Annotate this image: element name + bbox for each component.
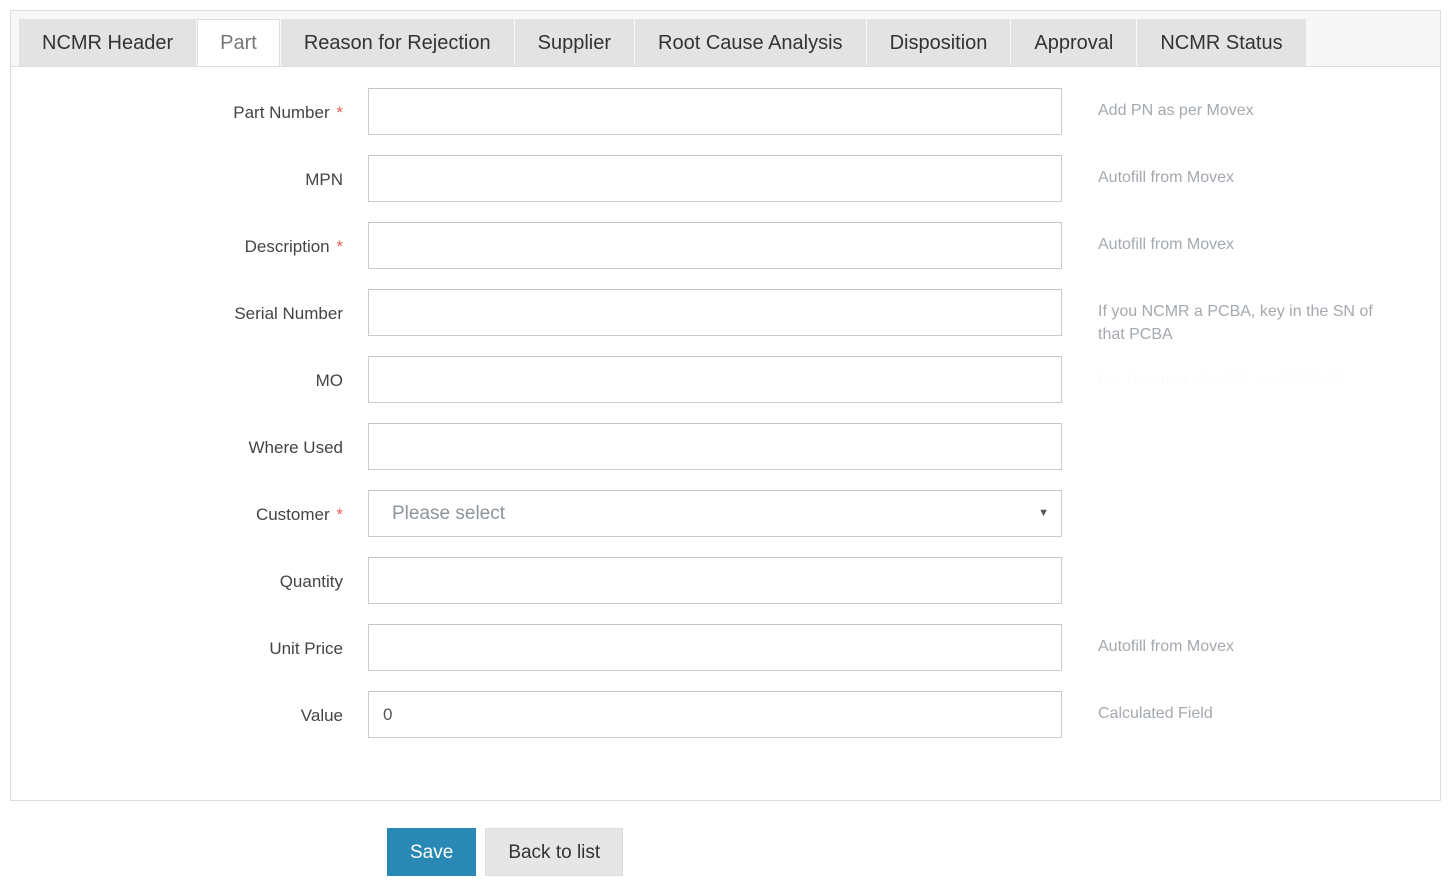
label-text-unit-price: Unit Price (269, 639, 343, 658)
part-form: Part Number * Add PN as per Movex MPN Autof… (11, 67, 1440, 751)
customer-select[interactable]: Please select ▼ (368, 490, 1062, 537)
form-row-mpn: MPN Autofill from Movex (11, 148, 1440, 215)
control-wrap-mo (368, 349, 1062, 403)
label-text-where-used: Where Used (248, 438, 343, 457)
tab-root-cause-analysis[interactable]: Root Cause Analysis (635, 19, 866, 66)
form-row-description: Description * Autofill from Movex (11, 215, 1440, 282)
mo-input[interactable] (368, 356, 1062, 403)
part-number-input[interactable] (368, 88, 1062, 135)
quantity-input[interactable] (368, 557, 1062, 604)
tab-content-part: Part Number * Add PN as per Movex MPN Autof… (10, 67, 1441, 801)
form-row-value: Value Calculated Field (11, 684, 1440, 751)
label-where-used: Where Used (11, 416, 368, 456)
help-text-description: Autofill from Movex (1098, 236, 1235, 253)
tab-disposition[interactable]: Disposition (866, 19, 1011, 66)
help-text-where-used (1062, 416, 1392, 434)
required-marker-customer: * (336, 505, 343, 524)
help-text-part-number: Add PN as per Movex (1098, 102, 1254, 119)
label-quantity: Quantity (11, 550, 368, 590)
form-row-quantity: Quantity (11, 550, 1440, 617)
chevron-down-icon: ▼ (1038, 507, 1049, 519)
control-wrap-part-number (368, 81, 1062, 135)
help-text-unit-price: Autofill from Movex (1098, 638, 1235, 655)
mpn-input[interactable] (368, 155, 1062, 202)
help-text-customer (1062, 483, 1392, 501)
tab-bar: NCMR Header Part Reason for Rejection Suppl… (10, 10, 1441, 67)
label-text-value: Value (300, 706, 343, 725)
label-mpn: MPN (11, 148, 368, 188)
tab-supplier[interactable]: Supplier (514, 19, 635, 66)
help-text-serial-number: If you NCMR a PCBA, key in the SN of tha… (1098, 303, 1373, 344)
required-marker-part-number: * (336, 103, 343, 122)
value-input[interactable] (368, 691, 1062, 738)
control-wrap-where-used (368, 416, 1062, 470)
where-used-input[interactable] (368, 423, 1062, 470)
label-description: Description * (11, 215, 368, 255)
control-wrap-description (368, 215, 1062, 269)
label-text-description: Description (244, 237, 330, 256)
tab-approval[interactable]: Approval (1011, 19, 1137, 66)
form-row-customer: Customer * Please select ▼ (11, 483, 1440, 550)
label-part-number: Part Number * (11, 81, 368, 121)
form-row-part-number: Part Number * Add PN as per Movex (11, 81, 1440, 148)
help-text-quantity (1062, 550, 1392, 568)
unit-price-input[interactable] (368, 624, 1062, 671)
back-to-list-button[interactable]: Back to list (485, 828, 624, 876)
label-text-quantity: Quantity (279, 572, 343, 591)
required-marker-description: * (336, 237, 343, 256)
control-wrap-serial-number (368, 282, 1062, 336)
form-row-where-used: Where Used (11, 416, 1440, 483)
form-actions: Save Back to list (387, 828, 624, 876)
control-wrap-quantity (368, 550, 1062, 604)
page-root: NCMR Header Part Reason for Rejection Suppl… (0, 0, 1451, 883)
form-row-serial-number: Serial Number If you NCMR a PCBA, key in … (11, 282, 1440, 349)
label-text-customer: Customer (255, 505, 330, 524)
control-wrap-unit-price (368, 617, 1062, 671)
label-value: Value (11, 684, 368, 724)
label-customer: Customer * (11, 483, 368, 523)
serial-number-input[interactable] (368, 289, 1062, 336)
label-text-part-number: Part Number (233, 103, 330, 122)
control-wrap-value (368, 684, 1062, 738)
form-row-mo: MO For Reamed add MO as 000XXXX (11, 349, 1440, 416)
tab-ncmr-header[interactable]: NCMR Header (19, 19, 197, 66)
save-button[interactable]: Save (387, 828, 477, 876)
help-text-value: Calculated Field (1098, 705, 1213, 722)
control-wrap-mpn (368, 148, 1062, 202)
tab-ncmr-status[interactable]: NCMR Status (1137, 19, 1306, 66)
help-text-mo: For Reamed add MO as 000XXXX (1098, 370, 1344, 387)
label-unit-price: Unit Price (11, 617, 368, 657)
label-text-mo: MO (315, 371, 343, 390)
form-row-unit-price: Unit Price Autofill from Movex (11, 617, 1440, 684)
description-input[interactable] (368, 222, 1062, 269)
label-mo: MO (11, 349, 368, 389)
tab-reason-for-rejection[interactable]: Reason for Rejection (280, 19, 514, 66)
label-serial-number: Serial Number (11, 282, 368, 322)
help-text-mpn: Autofill from Movex (1098, 169, 1235, 186)
ncmr-tab-panel: NCMR Header Part Reason for Rejection Suppl… (10, 10, 1441, 801)
customer-select-value: Please select (392, 503, 506, 524)
tab-part[interactable]: Part (197, 19, 280, 66)
label-text-serial-number: Serial Number (234, 304, 343, 323)
control-wrap-customer: Please select ▼ (368, 483, 1062, 537)
label-text-mpn: MPN (305, 170, 343, 189)
